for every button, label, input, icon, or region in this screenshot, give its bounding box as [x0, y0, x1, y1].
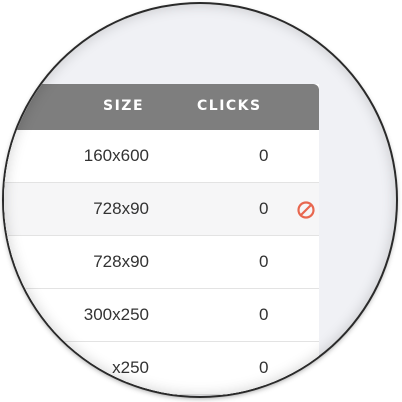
table-row[interactable]: 728x90 0: [4, 236, 319, 289]
table-row[interactable]: 300x250 0: [4, 289, 319, 342]
clicks-cell: 0: [259, 358, 269, 377]
size-cell: 300x250: [83, 305, 149, 324]
clicks-cell: 0: [259, 305, 269, 324]
ads-table: SIZE CLICKS 160x600 0 728x90 0 728x90 0 …: [4, 84, 319, 395]
size-cell: 728x90: [93, 199, 149, 218]
column-header-clicks[interactable]: CLICKS: [197, 98, 262, 114]
size-cell: x250: [112, 358, 149, 377]
magnifier-lens: SIZE CLICKS 160x600 0 728x90 0 728x90 0 …: [4, 4, 396, 396]
size-cell: 160x600: [83, 146, 149, 165]
clicks-cell: 0: [259, 146, 269, 165]
table-header: SIZE CLICKS: [4, 84, 319, 130]
size-cell: 728x90: [93, 252, 149, 271]
block-icon[interactable]: [296, 200, 316, 220]
table-row[interactable]: x250 0: [4, 342, 319, 395]
clicks-cell: 0: [259, 199, 269, 218]
column-header-size[interactable]: SIZE: [103, 98, 144, 114]
table-row[interactable]: 728x90 0: [4, 183, 319, 236]
clicks-cell: 0: [259, 252, 269, 271]
table-row[interactable]: 160x600 0: [4, 130, 319, 183]
